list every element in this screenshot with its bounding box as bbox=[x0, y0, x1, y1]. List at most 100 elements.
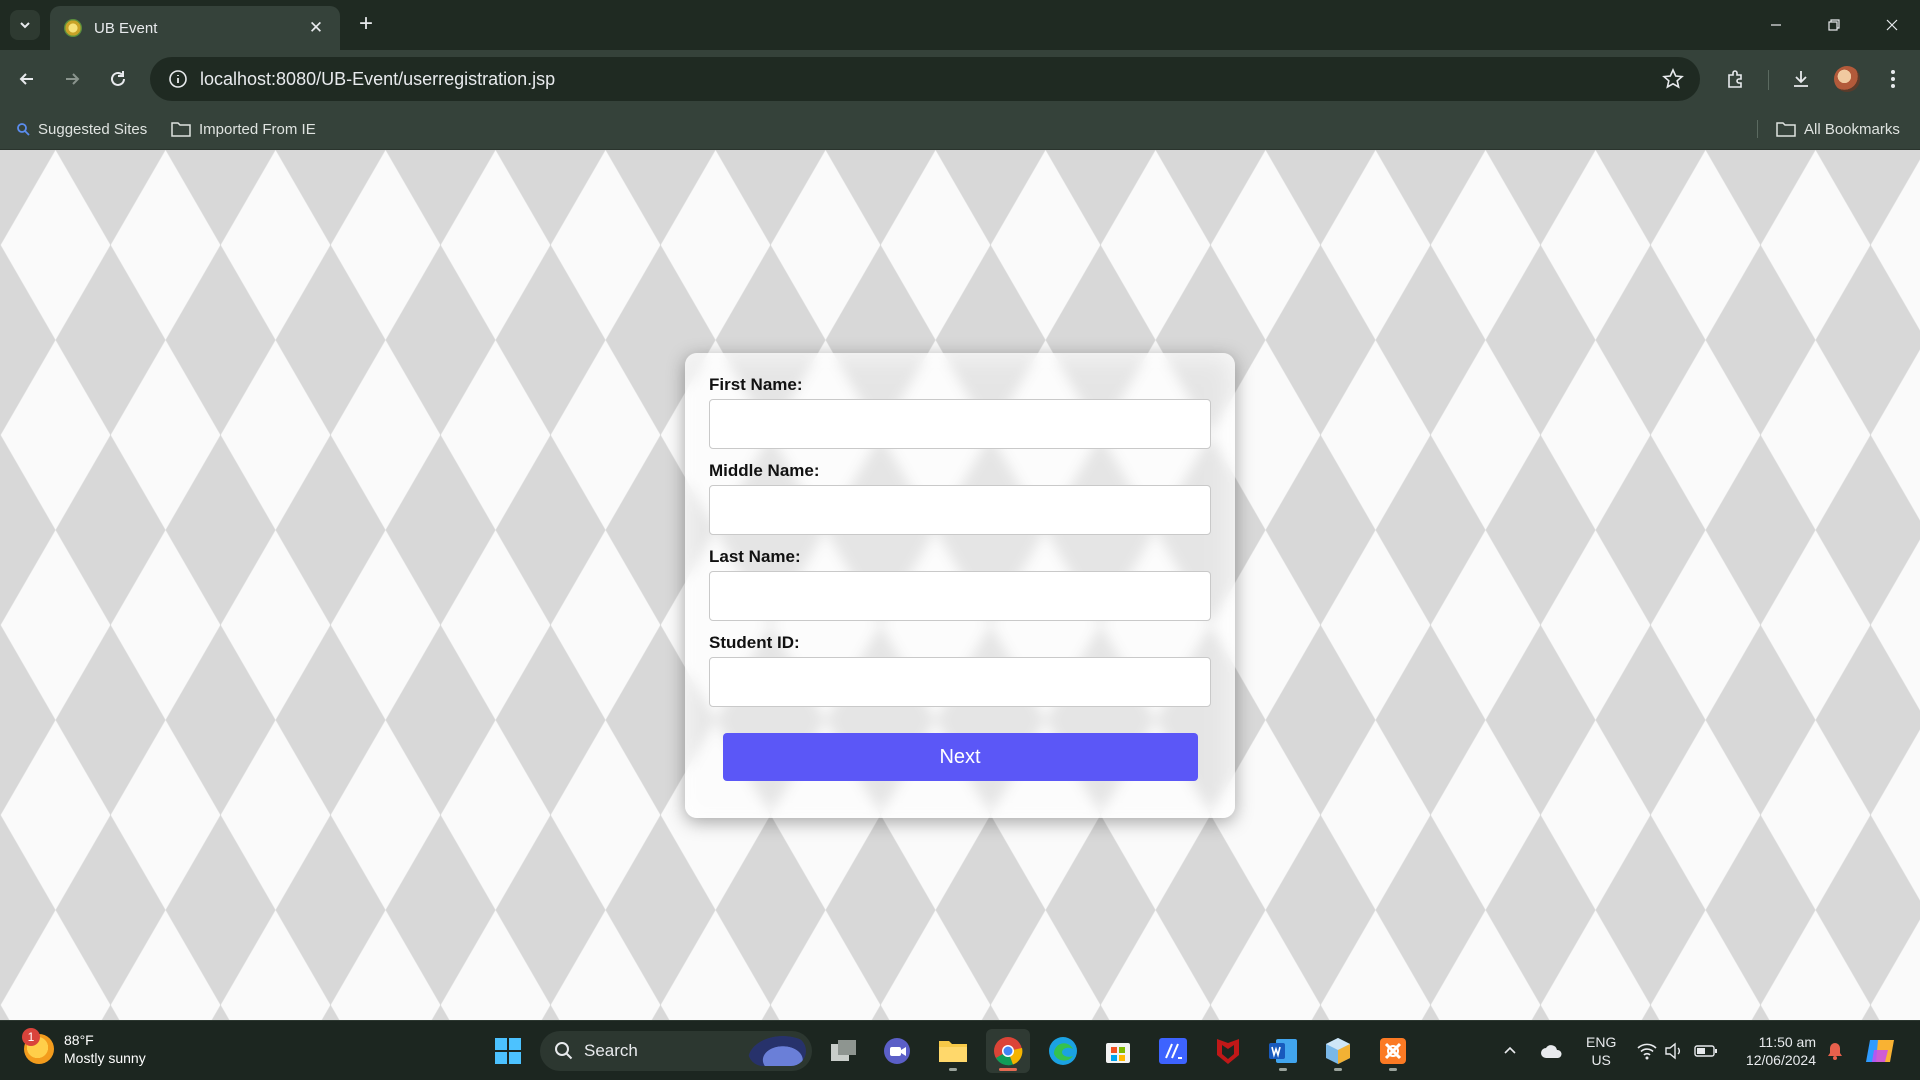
copilot-icon bbox=[1866, 1040, 1894, 1062]
chrome-icon bbox=[994, 1037, 1023, 1066]
browser-tab[interactable]: UB Event ✕ bbox=[50, 6, 340, 50]
bookmark-star-icon[interactable] bbox=[1662, 68, 1684, 95]
first-name-input[interactable] bbox=[709, 399, 1211, 449]
close-icon bbox=[1886, 19, 1898, 31]
close-tab-icon[interactable]: ✕ bbox=[306, 18, 326, 38]
speaker-icon bbox=[1665, 1042, 1680, 1060]
menu-button[interactable] bbox=[1878, 64, 1908, 94]
middle-name-input[interactable] bbox=[709, 485, 1211, 535]
taskbar-search-label: Search bbox=[584, 1041, 638, 1060]
bookmarks-bar: Suggested Sites Imported From IE All Boo… bbox=[0, 108, 1920, 150]
all-bookmarks-label: All Bookmarks bbox=[1804, 120, 1900, 138]
search-icon bbox=[17, 123, 30, 136]
show-hidden-icons-button[interactable] bbox=[1502, 1021, 1518, 1080]
reload-button[interactable] bbox=[103, 64, 133, 94]
running-indicator bbox=[1334, 1068, 1342, 1071]
first-name-label: First Name: bbox=[709, 375, 803, 394]
notifications-button[interactable] bbox=[1826, 1021, 1844, 1080]
edge-icon bbox=[1049, 1037, 1077, 1065]
minimize-button[interactable] bbox=[1748, 0, 1804, 50]
copilot-button[interactable] bbox=[1864, 1021, 1896, 1080]
weather-widget[interactable]: 1 88°F Mostly sunny bbox=[22, 1028, 146, 1067]
terminal-app-button[interactable] bbox=[1151, 1029, 1195, 1073]
bookmark-suggested-sites[interactable]: Suggested Sites bbox=[16, 108, 147, 150]
restore-button[interactable] bbox=[1806, 0, 1862, 50]
reload-icon bbox=[111, 71, 125, 86]
search-icon bbox=[555, 1042, 573, 1060]
student-id-input[interactable] bbox=[709, 657, 1211, 707]
next-button[interactable]: Next bbox=[722, 733, 1198, 781]
extensions-button[interactable] bbox=[1721, 64, 1751, 94]
teams-chat-button[interactable] bbox=[876, 1029, 920, 1073]
start-button[interactable] bbox=[486, 1029, 530, 1073]
tab-strip: UB Event ✕ + bbox=[0, 0, 1920, 50]
profile-button[interactable] bbox=[1832, 64, 1862, 94]
battery-icon bbox=[1694, 1045, 1717, 1057]
task-view-button[interactable] bbox=[822, 1029, 866, 1073]
tab-search-button[interactable] bbox=[10, 10, 40, 40]
back-button[interactable] bbox=[12, 64, 42, 94]
windows-logo-icon bbox=[495, 1038, 521, 1064]
folder-icon bbox=[939, 1041, 967, 1062]
new-tab-button[interactable]: + bbox=[352, 11, 380, 39]
chevron-up-icon bbox=[1504, 1046, 1516, 1054]
system-clock[interactable]: 11:50 am 12/06/2024 bbox=[1738, 1033, 1816, 1069]
restore-icon bbox=[1828, 19, 1840, 31]
ub-event-favicon-icon bbox=[64, 19, 82, 37]
middle-name-label: Middle Name: bbox=[709, 461, 820, 480]
cloud-icon bbox=[1541, 1045, 1562, 1058]
mcafee-shield-icon bbox=[1217, 1039, 1239, 1064]
last-name-input[interactable] bbox=[709, 571, 1211, 621]
downloads-button[interactable] bbox=[1786, 64, 1816, 94]
last-name-field-group: Last Name: bbox=[709, 547, 1211, 621]
video-chat-icon bbox=[884, 1038, 910, 1064]
task-view-icon bbox=[831, 1040, 856, 1061]
site-info-icon[interactable] bbox=[156, 57, 200, 101]
onedrive-button[interactable] bbox=[1540, 1021, 1564, 1080]
weather-notification-badge: 1 bbox=[22, 1028, 40, 1046]
registration-form: First Name: Middle Name: Last Name: Stud… bbox=[685, 353, 1235, 818]
code-editor-icon bbox=[1159, 1038, 1187, 1064]
all-bookmarks-button[interactable]: All Bookmarks bbox=[1776, 108, 1900, 150]
weather-text: 88°F Mostly sunny bbox=[64, 1031, 146, 1067]
arrow-left-icon bbox=[19, 73, 33, 85]
arrow-right-icon bbox=[66, 73, 80, 85]
mcafee-button[interactable] bbox=[1206, 1029, 1250, 1073]
word-icon bbox=[1269, 1039, 1297, 1063]
clock-time: 11:50 am bbox=[1758, 1034, 1816, 1050]
bookmark-label: Suggested Sites bbox=[38, 120, 148, 138]
battery-button[interactable] bbox=[1694, 1021, 1718, 1080]
bookmarks-divider bbox=[1757, 120, 1758, 138]
first-name-field-group: First Name: bbox=[709, 375, 1211, 449]
kebab-menu-icon bbox=[1891, 70, 1895, 88]
virtualbox-button[interactable] bbox=[1316, 1029, 1360, 1073]
input-language-indicator[interactable]: ENG US bbox=[1586, 1033, 1616, 1069]
taskbar-search[interactable]: Search bbox=[540, 1031, 812, 1071]
volume-button[interactable] bbox=[1664, 1021, 1684, 1080]
student-id-field-group: Student ID: bbox=[709, 633, 1211, 707]
file-explorer-button[interactable] bbox=[931, 1029, 975, 1073]
forward-button[interactable] bbox=[57, 64, 87, 94]
cube-icon bbox=[1326, 1038, 1350, 1064]
word-button[interactable] bbox=[1261, 1029, 1305, 1073]
bookmark-imported-from-ie[interactable]: Imported From IE bbox=[171, 108, 316, 150]
xampp-icon bbox=[1380, 1038, 1406, 1064]
folder-icon bbox=[1776, 122, 1796, 137]
network-button[interactable] bbox=[1636, 1021, 1658, 1080]
chevron-down-icon bbox=[20, 22, 30, 29]
page-viewport: First Name: Middle Name: Last Name: Stud… bbox=[0, 150, 1920, 1020]
address-bar[interactable]: localhost:8080/UB-Event/userregistration… bbox=[150, 57, 1700, 101]
weather-temperature: 88°F bbox=[64, 1032, 94, 1048]
search-highlight-image bbox=[748, 1036, 806, 1066]
xampp-button[interactable] bbox=[1371, 1029, 1415, 1073]
edge-button[interactable] bbox=[1041, 1029, 1085, 1073]
store-icon bbox=[1106, 1043, 1130, 1063]
microsoft-store-button[interactable] bbox=[1096, 1029, 1140, 1073]
windows-taskbar: 1 88°F Mostly sunny Search ENG US 11:50 … bbox=[0, 1020, 1920, 1080]
toolbar-divider bbox=[1768, 70, 1769, 90]
url-text[interactable]: localhost:8080/UB-Event/userregistration… bbox=[200, 69, 555, 90]
close-window-button[interactable] bbox=[1864, 0, 1920, 50]
running-indicator bbox=[1389, 1068, 1397, 1071]
chrome-taskbar-button[interactable] bbox=[986, 1029, 1030, 1073]
bookmark-label: Imported From IE bbox=[199, 120, 316, 138]
